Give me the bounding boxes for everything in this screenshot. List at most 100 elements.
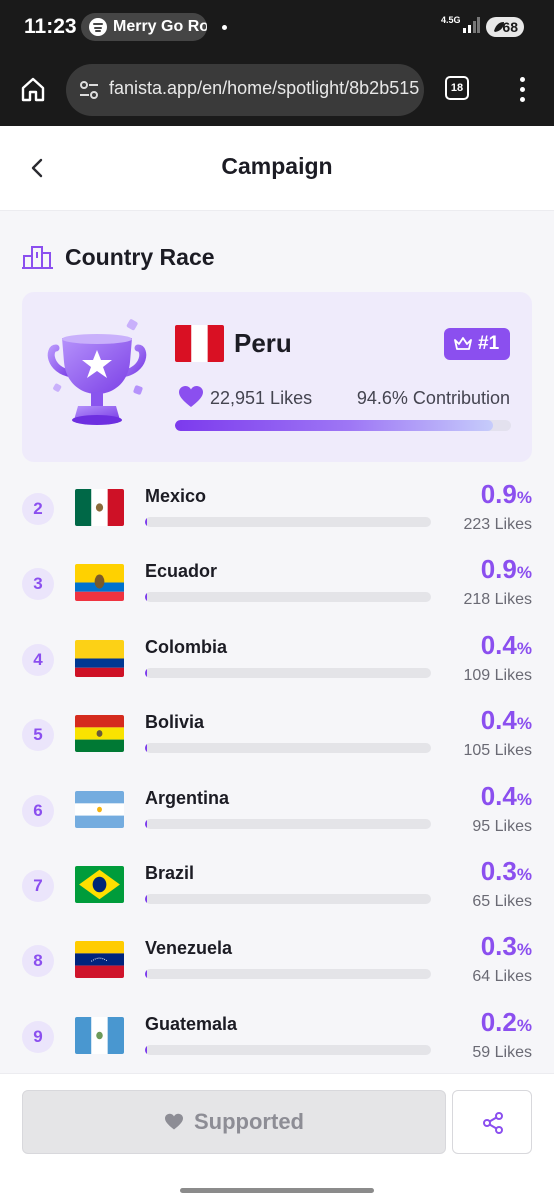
heart-icon xyxy=(179,386,203,407)
ecuador-flag xyxy=(75,564,124,602)
contribution-bar-fill xyxy=(145,818,147,829)
rank-number: 8 xyxy=(22,945,54,978)
country-likes: 59 Likes xyxy=(472,1043,532,1061)
leader-card[interactable]: Peru #1 22,951 Likes 94.6% Contribution xyxy=(22,292,532,462)
home-indicator xyxy=(180,1188,374,1193)
crown-icon xyxy=(454,337,472,350)
country-name: Venezuela xyxy=(145,938,233,959)
contribution-percent: 0.3% xyxy=(480,931,532,962)
country-row[interactable]: 3 Ecuador 0.9% 218 Likes xyxy=(22,554,532,614)
country-likes: 109 Likes xyxy=(463,666,533,684)
guatemala-flag xyxy=(75,1016,124,1054)
country-name: Bolivia xyxy=(145,712,205,733)
bottom-action-bar: Supported xyxy=(0,1073,554,1200)
tab-count: 18 xyxy=(450,82,464,94)
rank-badge: #1 xyxy=(444,328,510,360)
venezuela-flag xyxy=(75,941,124,979)
podium-icon xyxy=(22,246,53,269)
rank-number: 5 xyxy=(22,719,54,752)
peru-flag xyxy=(175,325,224,362)
leader-progress-bar xyxy=(175,420,511,431)
status-bar: 11:23 Merry Go Ro 4.5G 68 xyxy=(0,0,554,54)
country-row[interactable]: 4 Colombia 0.4% 109 Likes xyxy=(22,630,532,690)
contribution-percent: 0.4% xyxy=(480,705,532,736)
country-name: Brazil xyxy=(145,863,195,883)
contribution-percent: 0.3% xyxy=(480,856,532,886)
brazil-flag xyxy=(75,866,124,903)
media-title: Merry Go Ro xyxy=(113,18,207,35)
contribution-bar xyxy=(145,667,431,678)
url-text: fanista.app/en/home/spotlight/8b2b515 xyxy=(109,78,420,98)
contribution-bar xyxy=(145,818,431,829)
leader-likes: 22,951 Likes xyxy=(210,388,313,408)
rank-number: 6 xyxy=(22,794,54,827)
country-likes: 223 Likes xyxy=(463,516,533,533)
rank-number: 9 xyxy=(22,1020,54,1053)
contribution-percent: 0.9% xyxy=(480,479,532,509)
country-name: Guatemala xyxy=(145,1013,238,1034)
country-likes: 218 Likes xyxy=(463,591,533,609)
spotify-icon xyxy=(89,18,107,36)
country-row[interactable]: 9 Guatemala 0.2% 59 Likes xyxy=(22,1007,532,1067)
country-row[interactable]: 8 Venezuela 0.3% 64 Likes xyxy=(22,931,532,991)
supported-label: Supported xyxy=(194,1109,304,1134)
network-type: 4.5G xyxy=(441,15,461,25)
media-notification-pill[interactable]: Merry Go Ro xyxy=(81,13,207,41)
country-likes: 64 Likes xyxy=(472,968,532,986)
contribution-bar xyxy=(145,1044,431,1055)
section-title: Country Race xyxy=(65,244,215,270)
argentina-flag xyxy=(75,790,124,828)
contribution-bar-fill xyxy=(145,667,147,678)
country-name: Mexico xyxy=(145,486,207,506)
contribution-bar-fill xyxy=(145,969,147,980)
leader-country-name: Peru xyxy=(234,328,292,358)
rank-number: 3 xyxy=(22,568,54,601)
address-bar[interactable]: fanista.app/en/home/spotlight/8b2b515 xyxy=(66,64,424,116)
battery-saver-icon xyxy=(494,22,504,32)
contribution-bar-fill xyxy=(145,1044,147,1055)
share-button[interactable] xyxy=(452,1090,532,1154)
contribution-bar xyxy=(145,517,431,527)
supported-button[interactable]: Supported xyxy=(22,1090,446,1154)
heart-icon xyxy=(165,1113,183,1130)
tabs-button[interactable]: 18 xyxy=(445,76,469,100)
home-icon[interactable] xyxy=(20,76,46,102)
contribution-percent: 0.9% xyxy=(480,554,532,585)
leader-progress-fill xyxy=(175,420,493,431)
battery-icon: 68 xyxy=(486,17,524,37)
notification-dot-icon xyxy=(222,25,227,30)
colombia-flag xyxy=(75,639,124,677)
country-name: Argentina xyxy=(145,787,230,808)
browser-toolbar: fanista.app/en/home/spotlight/8b2b515 18 xyxy=(0,54,554,126)
country-row[interactable]: 2 Mexico 0.9% 223 Likes xyxy=(22,479,532,539)
country-row[interactable]: 5 Bolivia 0.4% 105 Likes xyxy=(22,705,532,765)
rank-badge-label: #1 xyxy=(478,333,500,354)
contribution-bar-fill xyxy=(145,517,147,527)
country-name: Ecuador xyxy=(145,561,218,582)
page-title: Campaign xyxy=(221,153,333,179)
mexico-flag xyxy=(75,489,124,526)
contribution-bar-fill xyxy=(145,592,147,603)
country-likes: 95 Likes xyxy=(472,817,532,835)
more-menu-icon[interactable] xyxy=(515,76,529,104)
country-row[interactable]: 6 Argentina 0.4% 95 Likes xyxy=(22,781,532,841)
country-name: Colombia xyxy=(145,636,228,657)
contribution-percent: 0.2% xyxy=(480,1006,532,1037)
contribution-percent: 0.4% xyxy=(480,629,532,660)
rank-number: 4 xyxy=(22,643,54,676)
country-likes: 105 Likes xyxy=(463,742,533,760)
trophy-icon xyxy=(47,319,147,425)
country-row[interactable]: 7 Brazil 0.3% 65 Likes xyxy=(22,856,532,916)
contribution-bar xyxy=(145,592,431,603)
contribution-bar-fill xyxy=(145,894,147,904)
status-time: 11:23 xyxy=(24,15,77,38)
site-settings-icon[interactable] xyxy=(78,79,100,101)
app-header: Campaign xyxy=(0,126,554,211)
contribution-bar xyxy=(145,969,431,980)
rank-number: 2 xyxy=(22,493,54,525)
leader-contribution: 94.6% Contribution xyxy=(356,388,510,408)
contribution-bar xyxy=(145,743,431,754)
country-likes: 65 Likes xyxy=(472,893,532,910)
contribution-percent: 0.4% xyxy=(480,780,532,811)
contribution-bar xyxy=(145,894,431,904)
